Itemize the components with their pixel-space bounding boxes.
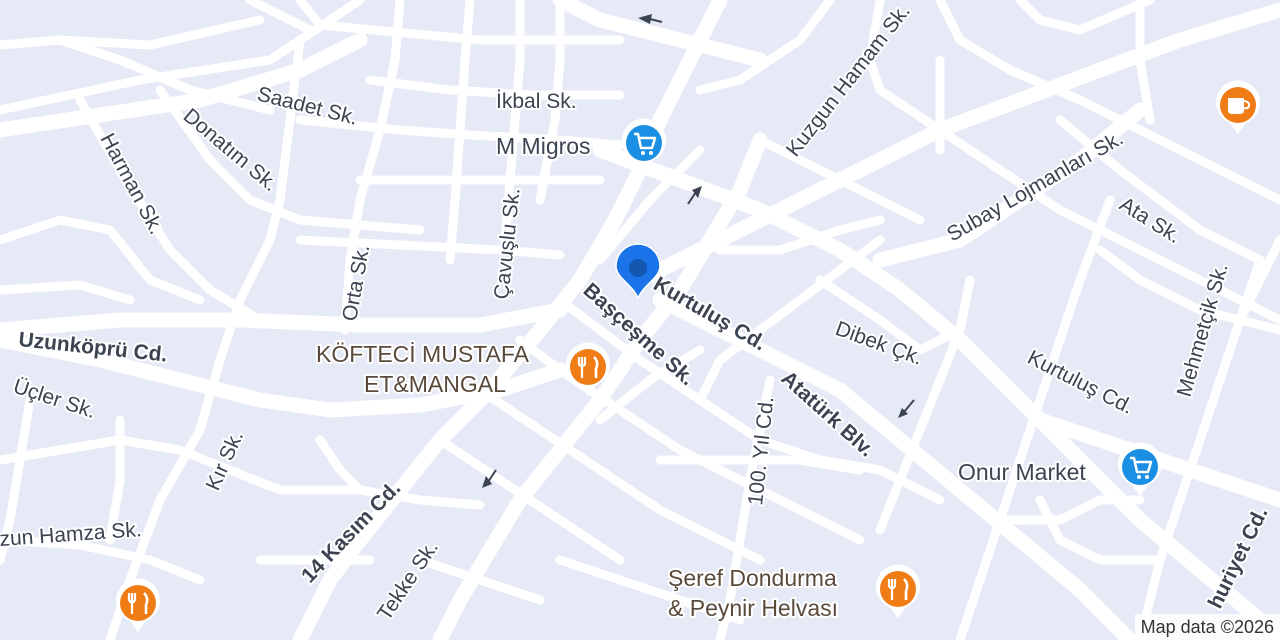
- poi-label-kofteci-line1: KÖFTECİ MUSTAFA: [316, 341, 530, 367]
- poi-label-onur-market: Onur Market: [958, 459, 1086, 485]
- street-label-orta: Orta Sk.: [338, 243, 374, 323]
- shopping-cart-icon[interactable]: [1118, 442, 1162, 496]
- map-view[interactable]: Saadet Sk. İkbal Sk. Kuzgun Hamam Sk. Ha…: [0, 0, 1280, 640]
- poi-label-seref-line1: Şeref Dondurma: [668, 565, 837, 591]
- street-label-kuzgun-hamam: Kuzgun Hamam Sk.: [782, 0, 915, 161]
- road-network: Saadet Sk. İkbal Sk. Kuzgun Hamam Sk. Ha…: [0, 0, 1280, 640]
- street-label-100-yil: 100. Yıl Cd.: [744, 395, 778, 506]
- street-label-cavuslu: Çavuşlu Sk.: [490, 187, 525, 301]
- poi-cafe[interactable]: [1216, 80, 1261, 134]
- street-label-harman: Harman Sk.: [96, 130, 168, 239]
- map-attribution[interactable]: Map data ©2026: [1134, 614, 1280, 640]
- poi-label-kofteci-line2: ET&MANGAL: [364, 371, 506, 397]
- street-label-dibek: Dibek Çk.: [832, 317, 925, 370]
- street-label-ikbal: İkbal Sk.: [496, 90, 577, 113]
- fork-knife-icon[interactable]: [116, 578, 161, 632]
- poi-seref[interactable]: Şeref Dondurma & Peynir Helvası: [666, 563, 920, 623]
- poi-m-migros[interactable]: M Migros: [494, 118, 666, 172]
- poi-restaurant-sw[interactable]: [116, 578, 161, 632]
- coffee-cup-icon[interactable]: [1216, 80, 1261, 134]
- poi-label-m-migros: M Migros: [496, 133, 591, 159]
- street-label-tekke: Tekke Sk.: [373, 536, 443, 624]
- poi-label-seref-line2: & Peynir Helvası: [668, 595, 838, 621]
- fork-knife-icon[interactable]: [876, 564, 920, 618]
